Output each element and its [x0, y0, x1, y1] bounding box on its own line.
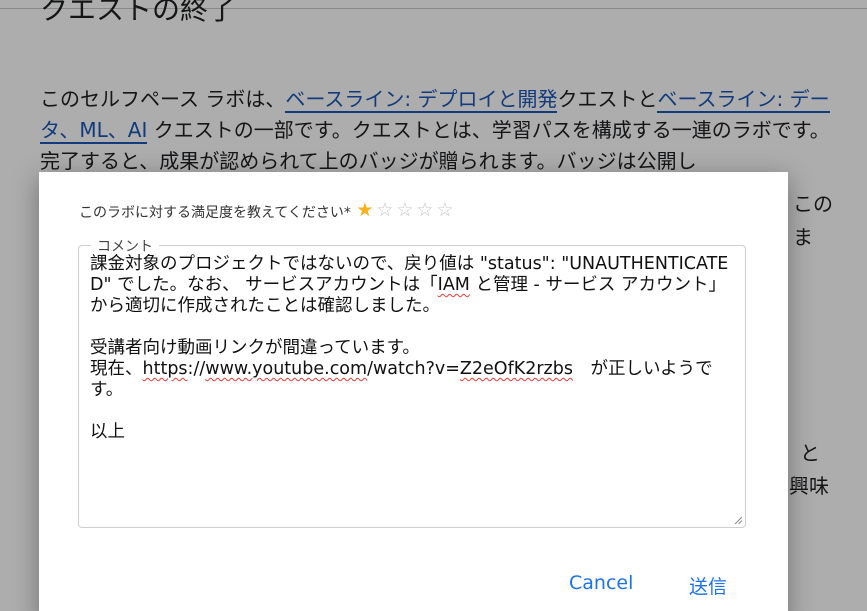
resize-handle-icon[interactable]: [733, 515, 743, 525]
cancel-button[interactable]: Cancel: [569, 572, 633, 594]
comment-url: Z2eOfK2rzbs: [459, 359, 573, 379]
star-2-icon[interactable]: ☆: [375, 200, 395, 220]
comment-url: ://: [187, 359, 206, 379]
star-3-icon[interactable]: ☆: [395, 200, 415, 220]
comment-textarea[interactable]: 課金対象のプロジェクトではないので、戻り値は "status": "UNAUTH…: [90, 254, 730, 518]
feedback-dialog: このラボに対する満足度を教えてください* ★ ☆ ☆ ☆ ☆ コメント 課金対象…: [39, 172, 788, 611]
comment-text: 受講者向け動画リンクが間違っています。: [90, 338, 420, 358]
comment-text-misspelled: IAM: [437, 275, 470, 295]
comment-legend: コメント: [91, 236, 159, 256]
star-5-icon[interactable]: ☆: [435, 200, 455, 220]
rating-label: このラボに対する満足度を教えてください*: [79, 205, 351, 221]
star-1-icon[interactable]: ★: [355, 200, 375, 220]
star-4-icon[interactable]: ☆: [415, 200, 435, 220]
rating-row: このラボに対する満足度を教えてください* ★ ☆ ☆ ☆ ☆: [79, 200, 455, 222]
comment-url: www.youtube.com: [205, 359, 368, 379]
comment-text: 以上: [90, 422, 125, 442]
dialog-actions: Cancel 送信: [39, 572, 788, 602]
comment-url: https: [142, 359, 188, 379]
comment-text: 現在、: [90, 359, 143, 379]
comment-field: コメント 課金対象のプロジェクトではないので、戻り値は "status": "U…: [78, 236, 746, 528]
submit-button[interactable]: 送信: [689, 572, 727, 599]
star-rating: ★ ☆ ☆ ☆ ☆: [355, 200, 455, 220]
comment-url: /watch?v=: [367, 359, 460, 379]
